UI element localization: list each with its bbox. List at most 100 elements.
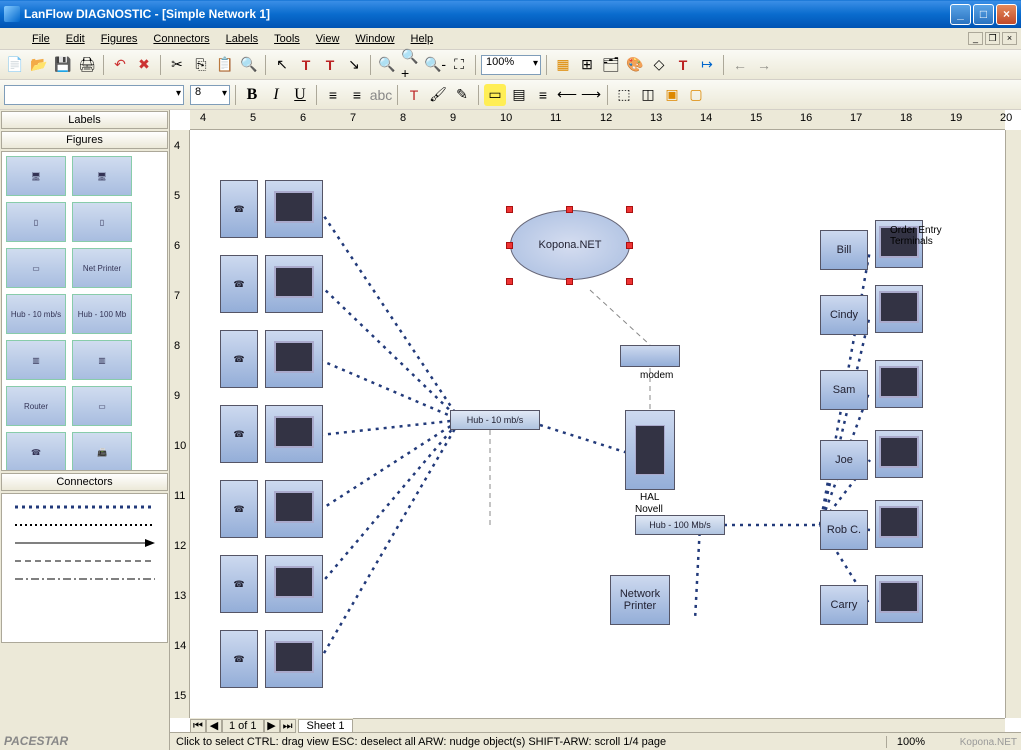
node-terminal-sam[interactable]: Sam [820,370,868,410]
flow-button[interactable]: ↦ [696,54,718,76]
shape-hub10[interactable]: Hub - 10 mb/s [6,294,66,334]
save-button[interactable]: 💾 [52,54,74,76]
maximize-button[interactable]: □ [973,4,994,25]
mdi-restore[interactable]: ❐ [985,32,1000,45]
menu-file[interactable]: File [24,30,58,48]
node-terminal-robc[interactable]: Rob C. [820,510,868,550]
italic-button[interactable]: I [265,84,287,106]
node-terminal-joe[interactable]: Joe [820,440,868,480]
snap-button[interactable]: ⊞ [576,54,598,76]
text-color-button[interactable]: T [403,84,425,106]
connector-dotted[interactable] [6,516,163,534]
sheet-tab-1[interactable]: Sheet 1 [298,719,354,733]
labels-panel-header[interactable]: Labels [1,111,168,129]
forward-button[interactable]: → [753,54,775,76]
connector-arrow[interactable] [6,534,163,552]
mdi-minimize[interactable]: _ [968,32,983,45]
node-terminal-joe-screen[interactable] [875,430,923,478]
connector-dashdot[interactable] [6,570,163,588]
connector-dashed[interactable] [6,552,163,570]
back-button[interactable]: ← [729,54,751,76]
menu-labels[interactable]: Labels [218,30,266,48]
menu-view[interactable]: View [308,30,348,48]
shapes-button[interactable]: ◇ [648,54,670,76]
node-terminal-sam-screen[interactable] [875,360,923,408]
cut-button[interactable]: ✂ [166,54,188,76]
node-monitor-1[interactable] [265,180,323,238]
selection-handle-w[interactable] [506,242,513,249]
text-tool-a[interactable]: T [295,54,317,76]
shape-hub[interactable]: ▭ [6,248,66,288]
shape-hub100[interactable]: Hub - 100 Mb [72,294,132,334]
node-terminal-cindy[interactable]: Cindy [820,295,868,335]
zoom-fit-button[interactable]: ⛶ [448,54,470,76]
node-phone-3[interactable]: ☎ [220,330,258,388]
delete-button[interactable]: ✖ [133,54,155,76]
fontsize-combo[interactable]: 8 [190,85,230,105]
fill-color-button[interactable]: 🖌 [427,84,449,106]
underline-button[interactable]: U [289,84,311,106]
node-monitor-7[interactable] [265,630,323,688]
sheet-next[interactable]: ▶ [264,719,280,733]
find-button[interactable]: 🔍 [238,54,260,76]
menu-figures[interactable]: Figures [93,30,146,48]
front-button[interactable]: ▣ [661,84,683,106]
menu-edit[interactable]: Edit [58,30,93,48]
shape-fax[interactable]: 📠 [72,432,132,471]
arrow-right-button[interactable]: ⟶ [580,84,602,106]
zoom-tool[interactable]: 🔍 [376,54,398,76]
shape-rack1[interactable]: ▥ [6,340,66,380]
linestyle-b-button[interactable]: ≡ [532,84,554,106]
connector-dotted-thick[interactable] [6,498,163,516]
menu-window[interactable]: Window [347,30,402,48]
mdi-close[interactable]: × [1002,32,1017,45]
selection-handle-sw[interactable] [506,278,513,285]
node-server[interactable] [625,410,675,490]
selection-handle-s[interactable] [566,278,573,285]
node-terminal-bill[interactable]: Bill [820,230,868,270]
zoom-out-button[interactable]: 🔍- [424,54,446,76]
pointer-tool[interactable]: ↖ [271,54,293,76]
shape-router[interactable]: Router [6,386,66,426]
linestyle-a-button[interactable]: ▤ [508,84,530,106]
ungroup-button[interactable]: ◫ [637,84,659,106]
node-printer[interactable]: Network Printer [610,575,670,625]
selection-handle-n[interactable] [566,206,573,213]
node-hub-10[interactable]: Hub - 10 mb/s [450,410,540,430]
node-terminal-carry-screen[interactable] [875,575,923,623]
node-phone-7[interactable]: ☎ [220,630,258,688]
node-hub-100[interactable]: Hub - 100 Mb/s [635,515,725,535]
copy-button[interactable]: ⎘ [190,54,212,76]
node-phone-1[interactable]: ☎ [220,180,258,238]
selection-handle-ne[interactable] [626,206,633,213]
node-terminal-carry[interactable]: Carry [820,585,868,625]
node-terminal-robc-screen[interactable] [875,500,923,548]
close-button[interactable]: × [996,4,1017,25]
zoom-combo[interactable]: 100% [481,55,541,75]
figures-panel-header[interactable]: Figures [1,131,168,149]
node-monitor-4[interactable] [265,405,323,463]
layers-button[interactable]: 🗂 [600,54,622,76]
shape-rack2[interactable]: ▥ [72,340,132,380]
node-phone-4[interactable]: ☎ [220,405,258,463]
back-order-button[interactable]: ▢ [685,84,707,106]
menu-tools[interactable]: Tools [266,30,308,48]
shape-phone[interactable]: ☎ [6,432,66,471]
connector-tool[interactable]: ↘ [343,54,365,76]
new-button[interactable]: 📄 [4,54,26,76]
arrow-left-button[interactable]: ⟵ [556,84,578,106]
node-modem[interactable] [620,345,680,367]
menu-connectors[interactable]: Connectors [145,30,217,48]
shape-server[interactable]: ▭ [72,386,132,426]
bold-button[interactable]: B [241,84,263,106]
node-monitor-2[interactable] [265,255,323,313]
print-button[interactable]: 🖨 [76,54,98,76]
group-button[interactable]: ⬚ [613,84,635,106]
minimize-button[interactable]: _ [950,4,971,25]
vertical-scrollbar[interactable] [1005,130,1021,718]
node-phone-6[interactable]: ☎ [220,555,258,613]
sheet-last[interactable]: ⏭ [280,719,296,733]
sheet-prev[interactable]: ◀ [206,719,222,733]
shape-pc2[interactable]: 🖥 [72,156,132,196]
shape-tower2[interactable]: ▯ [72,202,132,242]
